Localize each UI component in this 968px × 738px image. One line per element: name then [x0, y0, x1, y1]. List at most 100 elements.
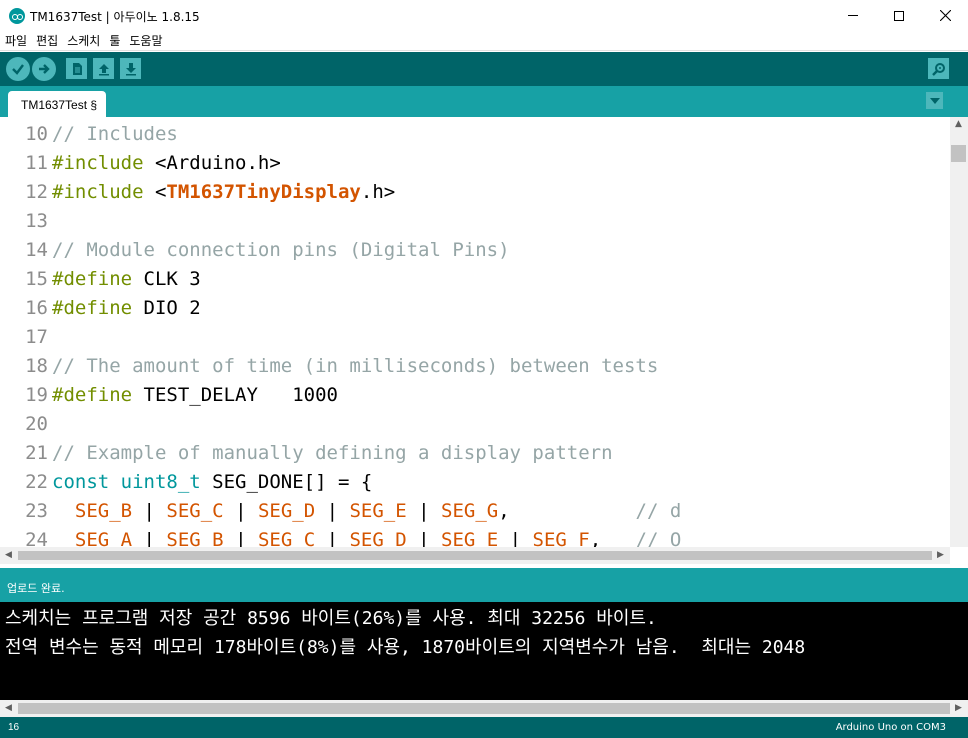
code-line[interactable]: 17	[0, 323, 52, 352]
scroll-right-arrow-icon[interactable]: ▶	[937, 550, 944, 560]
line-number: 12	[25, 181, 48, 203]
save-sketch-button[interactable]	[120, 58, 141, 79]
code-token: SEG_D	[257, 500, 316, 522]
line-number: 14	[25, 239, 48, 261]
code-line[interactable]: 20	[0, 410, 52, 439]
status-strip: 업로드 완료.	[0, 568, 968, 602]
footer-bar: 16 Arduino Uno on COM3	[0, 717, 968, 738]
code-line[interactable]: 16 #define DIO 2	[0, 294, 201, 323]
code-token: |	[223, 500, 258, 522]
tab-bar: TM1637Test §	[0, 86, 968, 117]
maximize-icon	[894, 10, 904, 21]
line-number: 15	[25, 268, 48, 290]
code-token: #define	[52, 268, 133, 290]
scroll-up-arrow-icon[interactable]: ▲	[955, 119, 962, 129]
code-token: ,	[589, 529, 636, 547]
editor-horizontal-scroll-thumb[interactable]	[18, 551, 932, 560]
code-line[interactable]: 21// Example of manually defining a disp…	[0, 439, 613, 468]
code-token: |	[315, 529, 350, 547]
line-number: 10	[25, 123, 48, 145]
code-line[interactable]: 24 SEG_A | SEG_B | SEG_C | SEG_D | SEG_E…	[0, 526, 681, 547]
console-horizontal-scroll-thumb[interactable]	[18, 703, 950, 714]
code-token: SEG_DONE[] = {	[200, 471, 373, 493]
code-line[interactable]: 18// The amount of time (in milliseconds…	[0, 352, 658, 381]
code-token: // O	[635, 529, 682, 547]
code-token: <Arduino.h>	[143, 152, 281, 174]
code-token: #include	[52, 181, 144, 203]
code-token: const	[52, 471, 110, 493]
code-token: |	[406, 529, 442, 547]
code-line[interactable]: 10// Includes	[0, 120, 178, 149]
scroll-left-arrow-icon[interactable]: ◀	[5, 703, 12, 713]
code-token: SEG_E	[349, 500, 407, 522]
menu-edit[interactable]: 편집	[36, 32, 58, 49]
console-line: 스케치는 프로그램 저장 공간 8596 바이트(26%)를 사용. 최대 32…	[5, 608, 657, 629]
save-icon	[125, 62, 136, 75]
code-token: <	[143, 181, 167, 203]
open-icon	[98, 63, 109, 75]
minimize-button[interactable]	[830, 0, 876, 31]
code-line[interactable]: 19 #define TEST_DELAY 1000	[0, 381, 338, 410]
code-token: // Example of manually defining a displa…	[52, 442, 613, 464]
menu-tools[interactable]: 툴	[109, 32, 120, 49]
code-editor[interactable]: 10// Includes 11 #include <Arduino.h> 12 #in…	[0, 117, 968, 568]
code-token: TEST_DELAY 1000	[132, 384, 338, 406]
code-token: // d	[635, 500, 682, 522]
code-token: SEG_C	[257, 529, 316, 547]
window-title: TM1637Test | 아두이노 1.8.15	[30, 10, 200, 24]
line-number: 24	[25, 529, 48, 547]
editor-vertical-scroll-thumb[interactable]	[951, 145, 966, 162]
code-token: SEG_G	[441, 500, 499, 522]
serial-monitor-icon	[931, 62, 945, 76]
tab-tm1637test[interactable]: TM1637Test §	[8, 91, 106, 117]
board-port-label: Arduino Uno on COM3	[835, 722, 946, 733]
code-token: |	[315, 500, 350, 522]
code-line[interactable]: 14// Module connection pins (Digital Pin…	[0, 236, 509, 265]
line-number: 21	[25, 442, 48, 464]
code-line[interactable]: 11 #include <Arduino.h>	[0, 149, 281, 178]
code-token: SEG_B	[74, 500, 133, 522]
code-line[interactable]: 13	[0, 207, 52, 236]
menu-file[interactable]: 파일	[5, 32, 27, 49]
verify-button[interactable]	[6, 57, 30, 81]
code-line[interactable]: 12 #include <TM1637TinyDisplay.h>	[0, 178, 395, 207]
code-line[interactable]: 15 #define CLK 3	[0, 265, 201, 294]
code-token: TM1637TinyDisplay	[166, 181, 361, 203]
code-area[interactable]: 10// Includes 11 #include <Arduino.h> 12 #in…	[0, 120, 950, 547]
menu-help[interactable]: 도움말	[129, 32, 162, 49]
scroll-left-arrow-icon[interactable]: ◀	[5, 550, 12, 560]
code-token: // The amount of time (in milliseconds) …	[52, 355, 659, 377]
code-line[interactable]: 23 SEG_B | SEG_C | SEG_D | SEG_E | SEG_G…	[0, 497, 681, 526]
line-number: 22	[25, 471, 48, 493]
editor-vertical-scrollbar[interactable]: ▲	[950, 117, 968, 547]
line-number: 18	[25, 355, 48, 377]
code-token: SEG_F	[532, 529, 590, 547]
code-token: #define	[52, 297, 133, 319]
code-token: |	[223, 529, 258, 547]
code-line[interactable]: 22 const uint8_t SEG_DONE[] = {	[0, 468, 372, 497]
open-sketch-button[interactable]	[93, 58, 114, 79]
scroll-right-arrow-icon[interactable]: ▶	[955, 703, 962, 713]
new-icon	[72, 62, 82, 75]
upload-button[interactable]	[32, 57, 56, 81]
menu-bar: 파일 편집 스케치 툴 도움말	[0, 31, 968, 51]
close-button[interactable]	[922, 0, 968, 31]
code-token: #include	[52, 152, 144, 174]
arduino-logo-icon	[9, 8, 25, 24]
code-token: |	[406, 500, 442, 522]
code-token: |	[132, 529, 167, 547]
code-token: SEG_D	[349, 529, 407, 547]
code-token: .h>	[360, 181, 396, 203]
tab-menu-button[interactable]	[926, 92, 943, 109]
maximize-button[interactable]	[876, 0, 922, 31]
serial-monitor-button[interactable]	[928, 58, 949, 79]
code-token: SEG_B	[166, 529, 224, 547]
menu-sketch[interactable]: 스케치	[67, 32, 100, 49]
new-sketch-button[interactable]	[66, 58, 87, 79]
current-line-number: 16	[8, 722, 20, 733]
chevron-down-icon	[929, 97, 940, 104]
code-token: #define	[52, 384, 133, 406]
